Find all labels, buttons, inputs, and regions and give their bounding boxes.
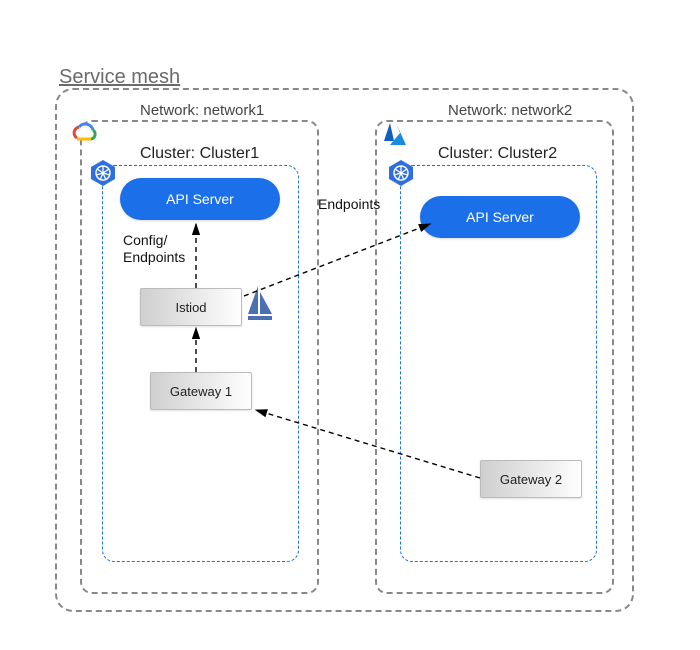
gateway-1-node: Gateway 1 [150, 372, 252, 410]
network2-label: Network: network2 [448, 102, 572, 119]
network1-label: Network: network1 [140, 102, 264, 119]
diagram-canvas: Service mesh Network: network1 Network: … [0, 0, 700, 650]
endpoints-label: Endpoints [318, 196, 380, 213]
cluster1-box [102, 165, 299, 562]
config-endpoints-label: Config/ Endpoints [123, 232, 185, 266]
istio-icon [244, 284, 276, 329]
service-mesh-title: Service mesh [59, 66, 180, 89]
cluster2-label: Cluster: Cluster2 [438, 145, 557, 163]
cluster1-label: Cluster: Cluster1 [140, 145, 259, 163]
google-cloud-icon [67, 120, 101, 151]
gateway-2-node: Gateway 2 [480, 460, 582, 498]
kubernetes-icon [88, 158, 118, 193]
azure-icon [380, 120, 410, 155]
kubernetes-icon [386, 158, 416, 193]
api-server-2: API Server [420, 196, 580, 238]
istiod-node: Istiod [140, 288, 242, 326]
api-server-1: API Server [120, 178, 280, 220]
